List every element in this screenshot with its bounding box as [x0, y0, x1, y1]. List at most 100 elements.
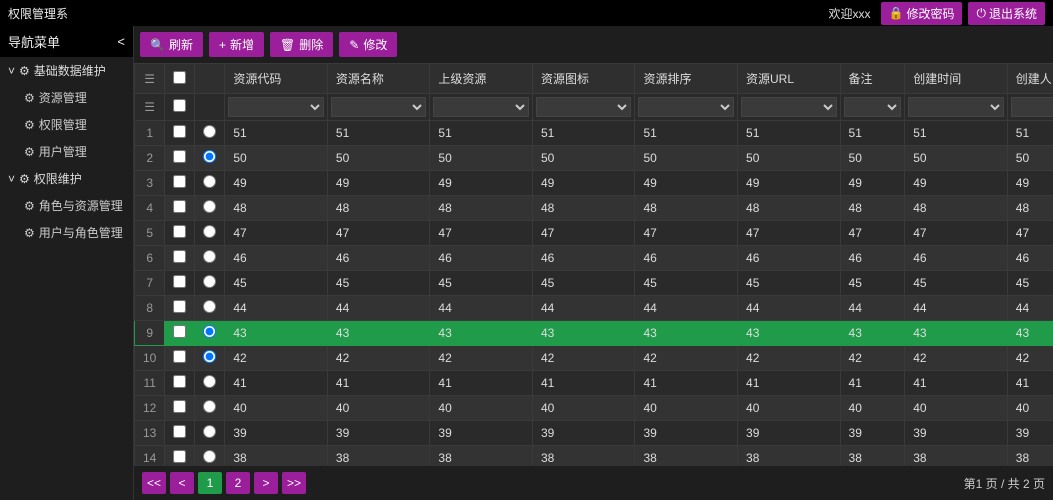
row-checkbox[interactable]	[173, 450, 186, 463]
column-header-2[interactable]: 上级资源	[430, 64, 533, 94]
row-radio[interactable]	[203, 325, 216, 338]
column-header-7[interactable]: 创建时间	[905, 64, 1008, 94]
row-checkbox[interactable]	[173, 325, 186, 338]
nav-item-1-1[interactable]: ⚙ 用户与角色管理	[0, 219, 133, 246]
pager-button[interactable]: >	[254, 472, 278, 494]
row-checkbox[interactable]	[173, 225, 186, 238]
delete-button[interactable]: 🗑 删除	[270, 32, 333, 57]
column-header-3[interactable]: 资源图标	[532, 64, 635, 94]
pager-button[interactable]: 2	[226, 472, 250, 494]
table-row[interactable]: 250505050505050505050	[135, 146, 1053, 171]
nav-item-0-2[interactable]: ⚙ 用户管理	[0, 138, 133, 165]
pager-button[interactable]: <<	[142, 472, 166, 494]
column-header-8[interactable]: 创建人	[1007, 64, 1053, 94]
filter-select-4[interactable]	[638, 97, 734, 117]
row-radio[interactable]	[203, 225, 216, 238]
row-number: 14	[135, 446, 165, 466]
filter-select-1[interactable]	[331, 97, 427, 117]
nav-item-0-0[interactable]: ⚙ 资源管理	[0, 84, 133, 111]
row-checkbox[interactable]	[173, 175, 186, 188]
table-row[interactable]: 151515151515151515151	[135, 121, 1053, 146]
cell: 50	[1007, 146, 1053, 171]
row-radio[interactable]	[203, 425, 216, 438]
cell: 39	[738, 421, 841, 446]
row-radio[interactable]	[203, 250, 216, 263]
row-radio[interactable]	[203, 300, 216, 313]
row-radio[interactable]	[203, 400, 216, 413]
cell: 39	[225, 421, 328, 446]
column-header-6[interactable]: 备注	[840, 64, 905, 94]
column-header-0[interactable]: 资源代码	[225, 64, 328, 94]
row-checkbox[interactable]	[173, 125, 186, 138]
pager-button[interactable]: 1	[198, 472, 222, 494]
row-radio[interactable]	[203, 175, 216, 188]
row-checkbox[interactable]	[173, 400, 186, 413]
table-row[interactable]: 1141414141414141414141	[135, 371, 1053, 396]
pager-button[interactable]: >>	[282, 472, 306, 494]
list-icon-header[interactable]: ☰	[135, 64, 165, 94]
row-radio[interactable]	[203, 200, 216, 213]
filter-select-6[interactable]	[844, 97, 902, 117]
table-row[interactable]: 349494949494949494949	[135, 171, 1053, 196]
table-row[interactable]: 745454545454545454545	[135, 271, 1053, 296]
filter-select-0[interactable]	[228, 97, 324, 117]
nav-group-0[interactable]: ˅⚙ 基础数据维护	[0, 57, 133, 84]
table-row[interactable]: 1438383838383838383838	[135, 446, 1053, 466]
table-row[interactable]: 646464646464646464646	[135, 246, 1053, 271]
column-header-4[interactable]: 资源排序	[635, 64, 738, 94]
table-row[interactable]: 1339393939393939393939	[135, 421, 1053, 446]
table-row[interactable]: 1240404040404040404040	[135, 396, 1053, 421]
filter-select-2[interactable]	[433, 97, 529, 117]
edit-button[interactable]: ✎ 修改	[339, 32, 397, 57]
pager-button[interactable]: <	[170, 472, 194, 494]
row-radio[interactable]	[203, 275, 216, 288]
cell: 38	[840, 446, 905, 466]
filter-select-3[interactable]	[536, 97, 632, 117]
toolbar: 🔍 刷新 + 新增 🗑 删除 ✎ 修改	[134, 26, 1053, 63]
filter-select-8[interactable]	[1011, 97, 1053, 117]
cell: 43	[1007, 321, 1053, 346]
cell: 46	[225, 246, 328, 271]
nav-item-1-0[interactable]: ⚙ 角色与资源管理	[0, 192, 133, 219]
row-checkbox[interactable]	[173, 150, 186, 163]
row-checkbox[interactable]	[173, 200, 186, 213]
filter-select-7[interactable]	[908, 97, 1004, 117]
power-icon: ⏻	[976, 6, 986, 21]
table-container[interactable]: ☰资源代码资源名称上级资源资源图标资源排序资源URL备注创建时间创建人更新时间☰…	[134, 63, 1053, 465]
row-checkbox[interactable]	[173, 375, 186, 388]
checkbox-header[interactable]	[165, 64, 195, 94]
table-row[interactable]: 547474747474747474747	[135, 221, 1053, 246]
nav-item-0-1[interactable]: ⚙ 权限管理	[0, 111, 133, 138]
nav-group-1[interactable]: ˅⚙ 权限维护	[0, 165, 133, 192]
cell: 44	[225, 296, 328, 321]
add-button[interactable]: + 新增	[209, 32, 264, 57]
cell: 48	[635, 196, 738, 221]
column-header-1[interactable]: 资源名称	[327, 64, 430, 94]
row-radio[interactable]	[203, 375, 216, 388]
row-checkbox[interactable]	[173, 425, 186, 438]
row-radio[interactable]	[203, 350, 216, 363]
column-header-5[interactable]: 资源URL	[738, 64, 841, 94]
row-radio[interactable]	[203, 125, 216, 138]
row-radio[interactable]	[203, 450, 216, 463]
filter-checkbox[interactable]	[165, 94, 195, 121]
filter-list-icon[interactable]: ☰	[135, 94, 165, 121]
row-checkbox[interactable]	[173, 250, 186, 263]
row-checkbox[interactable]	[173, 300, 186, 313]
filter-select-5[interactable]	[741, 97, 837, 117]
table-row[interactable]: 943434343434343434343	[135, 321, 1053, 346]
logout-button[interactable]: ⏻ 退出系统	[968, 2, 1045, 25]
table-row[interactable]: 1042424242424242424242	[135, 346, 1053, 371]
row-checkbox[interactable]	[173, 275, 186, 288]
row-radio[interactable]	[203, 150, 216, 163]
table-row[interactable]: 448484848484848484848	[135, 196, 1053, 221]
cell: 45	[738, 271, 841, 296]
collapse-icon[interactable]: <	[117, 34, 125, 49]
table-row[interactable]: 844444444444444444444	[135, 296, 1053, 321]
refresh-label: 刷新	[169, 36, 193, 53]
table-footer: <<<12>>> 第1 页 / 共 2 页	[134, 465, 1053, 500]
cell: 42	[225, 346, 328, 371]
row-checkbox[interactable]	[173, 350, 186, 363]
change-password-button[interactable]: 🔒 修改密码	[881, 2, 963, 25]
refresh-button[interactable]: 🔍 刷新	[140, 32, 203, 57]
